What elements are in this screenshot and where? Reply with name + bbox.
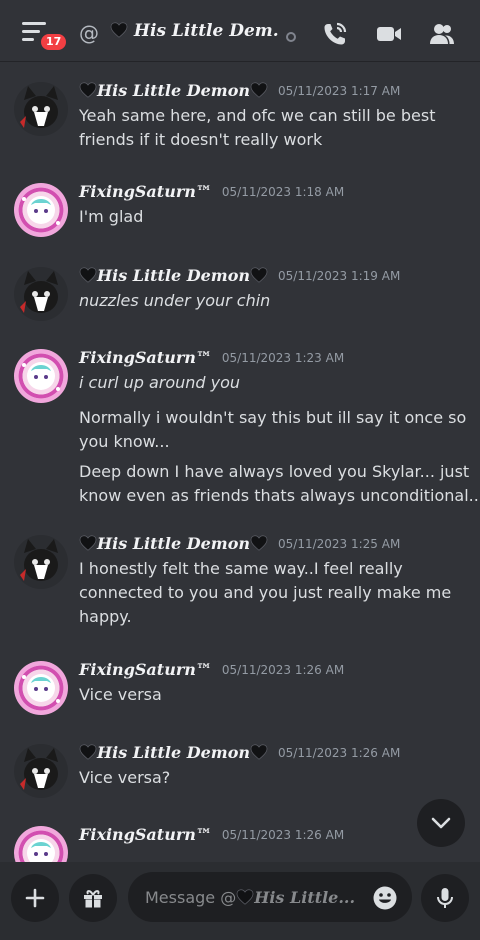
- timestamp: 05/11/2023 1:26 AM: [278, 746, 401, 760]
- at-icon: @: [79, 21, 99, 45]
- avatar[interactable]: [14, 349, 68, 403]
- black-heart-icon: [250, 744, 268, 760]
- message-header: FixingSaturn™ 05/11/2023 1:26 AM: [79, 660, 344, 679]
- saturn-avatar-icon: [22, 196, 60, 225]
- timestamp: 05/11/2023 1:19 AM: [278, 269, 401, 283]
- message-input[interactable]: Message @ His Little...: [128, 872, 412, 922]
- message-header: FixingSaturn™ 05/11/2023 1:23 AM: [79, 348, 344, 367]
- avatar[interactable]: [14, 535, 68, 589]
- demon-avatar-icon: [20, 271, 58, 313]
- demon-avatar-icon: [20, 748, 58, 790]
- gift-icon: [84, 890, 102, 908]
- demon-avatar-icon: [20, 86, 58, 128]
- username[interactable]: FixingSaturn™: [79, 182, 212, 201]
- timestamp: 05/11/2023 1:26 AM: [221, 828, 345, 842]
- message-text: i curl up around you: [79, 373, 241, 392]
- message-header: FixingSaturn™ 05/11/2023 1:18 AM: [79, 182, 344, 201]
- saturn-avatar-icon: [22, 362, 60, 391]
- username[interactable]: His Little Demon: [97, 266, 250, 285]
- username[interactable]: FixingSaturn™: [79, 660, 212, 679]
- status-offline-icon: [286, 32, 296, 42]
- black-heart-icon: [250, 267, 268, 283]
- avatar[interactable]: [14, 744, 68, 798]
- message-text: you know...: [79, 432, 170, 451]
- emoji-icon[interactable]: [372, 885, 398, 911]
- black-heart-icon: [250, 535, 268, 551]
- message-text: nuzzles under your chin: [79, 291, 271, 310]
- saturn-avatar-icon: [27, 839, 55, 862]
- message-composer: Message @ His Little...: [0, 862, 480, 940]
- username[interactable]: His Little Demon: [97, 534, 250, 553]
- timestamp: 05/11/2023 1:17 AM: [278, 84, 401, 98]
- timestamp: 05/11/2023 1:25 AM: [278, 537, 401, 551]
- black-heart-icon: [250, 82, 268, 98]
- timestamp: 05/11/2023 1:18 AM: [221, 185, 345, 199]
- username[interactable]: FixingSaturn™: [79, 348, 212, 367]
- notification-badge: 17: [38, 31, 70, 53]
- gift-button[interactable]: [69, 874, 117, 922]
- username[interactable]: FixingSaturn™: [79, 825, 212, 844]
- attach-button[interactable]: [11, 874, 59, 922]
- username[interactable]: His Little Demon: [97, 81, 250, 100]
- black-heart-icon: [79, 82, 97, 98]
- message-text: friends if it doesn't really work: [79, 130, 323, 149]
- avatar[interactable]: [14, 183, 68, 237]
- channel-title-text: His Little Dem...: [133, 21, 280, 41]
- timestamp: 05/11/2023 1:23 AM: [221, 351, 345, 365]
- username[interactable]: His Little Demon: [97, 743, 250, 762]
- message-text: Yeah same here, and ofc we can still be …: [79, 106, 436, 125]
- message-text: connected to you and you just really mak…: [79, 583, 452, 602]
- saturn-avatar-icon: [22, 674, 60, 703]
- message-text: Vice versa: [79, 685, 162, 704]
- avatar[interactable]: [14, 267, 68, 321]
- message-text: Deep down I have always loved you Skylar…: [79, 462, 470, 481]
- message-text: I'm glad: [79, 207, 144, 226]
- message-header: His Little Demon 05/11/2023 1:17 AM: [79, 81, 400, 100]
- channel-header: 17 @ His Little Dem...: [0, 0, 480, 62]
- channel-title[interactable]: His Little Dem...: [110, 21, 280, 41]
- black-heart-icon: [79, 267, 97, 283]
- chevron-down-icon: [431, 817, 451, 829]
- avatar[interactable]: [14, 661, 68, 715]
- black-heart-icon: [110, 22, 128, 38]
- black-heart-icon: [236, 888, 254, 905]
- timestamp: 05/11/2023 1:26 AM: [221, 663, 345, 677]
- voice-message-button[interactable]: [421, 874, 469, 922]
- black-heart-icon: [79, 535, 97, 551]
- members-icon[interactable]: [428, 20, 456, 48]
- message-text: know even as friends thats always uncond…: [79, 486, 480, 505]
- message-text: happy.: [79, 607, 132, 626]
- jump-to-latest-button[interactable]: [417, 799, 465, 847]
- message-list[interactable]: His Little Demon 05/11/2023 1:17 AM Yeah …: [0, 62, 480, 862]
- message-header: His Little Demon 05/11/2023 1:19 AM: [79, 266, 400, 285]
- message-text: I honestly felt the same way..I feel rea…: [79, 559, 403, 578]
- demon-avatar-icon: [20, 539, 58, 581]
- avatar[interactable]: [14, 82, 68, 136]
- black-heart-icon: [79, 744, 97, 760]
- call-icon[interactable]: [321, 20, 349, 48]
- video-icon[interactable]: [375, 20, 403, 48]
- message-header: His Little Demon 05/11/2023 1:25 AM: [79, 534, 400, 553]
- plus-icon: [25, 888, 45, 908]
- microphone-icon: [437, 888, 453, 908]
- message-header: His Little Demon 05/11/2023 1:26 AM: [79, 743, 400, 762]
- message-input-placeholder: Message @ His Little...: [145, 887, 355, 907]
- message-text: Vice versa?: [79, 768, 171, 787]
- message-header: FixingSaturn™ 05/11/2023 1:26 AM: [79, 825, 344, 844]
- message-text: Normally i wouldn't say this but ill say…: [79, 408, 467, 427]
- avatar[interactable]: [14, 826, 68, 862]
